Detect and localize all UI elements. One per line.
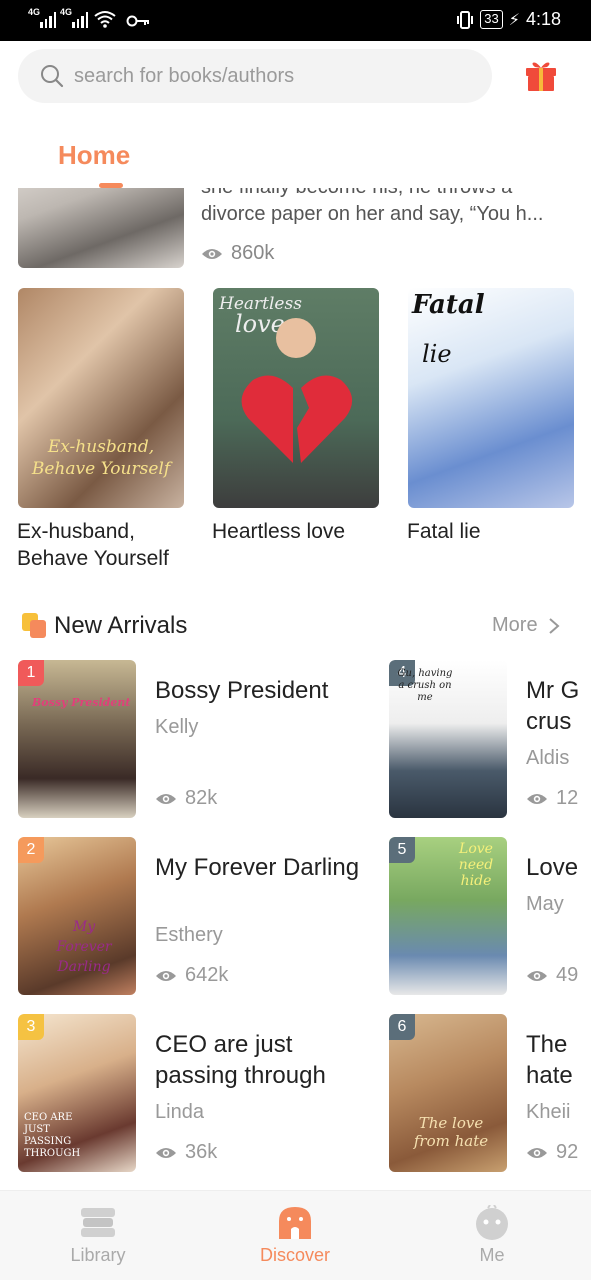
- profile-icon: [476, 1205, 508, 1240]
- nav-discover[interactable]: Discover: [235, 1191, 355, 1280]
- eye-icon: [527, 793, 547, 804]
- book-views: 12: [526, 787, 578, 810]
- book-views: 49: [526, 964, 578, 987]
- book-cover[interactable]: 5 Love need hide: [389, 837, 507, 995]
- nav-library[interactable]: Library: [38, 1191, 158, 1280]
- book-title[interactable]: The hate: [526, 1029, 586, 1091]
- right-column: 4 Gu, having a crush on me Mr G crus Ald…: [0, 0, 591, 1190]
- nav-label: Library: [70, 1245, 126, 1265]
- library-icon: [81, 1208, 115, 1237]
- book-cover[interactable]: 6 The love from hate: [389, 1014, 507, 1172]
- book-author: Kheii: [526, 1101, 571, 1123]
- book-title[interactable]: Love: [526, 852, 586, 883]
- nav-label: Discover: [259, 1245, 330, 1265]
- book-views: 92: [526, 1141, 578, 1164]
- eye-icon: [527, 970, 547, 981]
- book-cover[interactable]: 4 Gu, having a crush on me: [389, 660, 507, 818]
- nav-me[interactable]: Me: [432, 1191, 552, 1280]
- cover-title: The love from hate: [413, 1114, 489, 1150]
- book-title[interactable]: Mr G crus: [526, 675, 586, 737]
- rank-badge: 5: [389, 837, 415, 863]
- book-author: May: [526, 893, 564, 915]
- discover-icon: [279, 1207, 311, 1239]
- rank-badge: 6: [389, 1014, 415, 1040]
- book-author: Aldis: [526, 747, 570, 769]
- bottom-nav: Library Discover Me: [0, 1190, 591, 1280]
- nav-label: Me: [479, 1245, 505, 1265]
- cover-title: Love need hide: [458, 841, 494, 889]
- eye-icon: [527, 1147, 547, 1158]
- cover-title: Gu, having a crush on me: [397, 668, 453, 703]
